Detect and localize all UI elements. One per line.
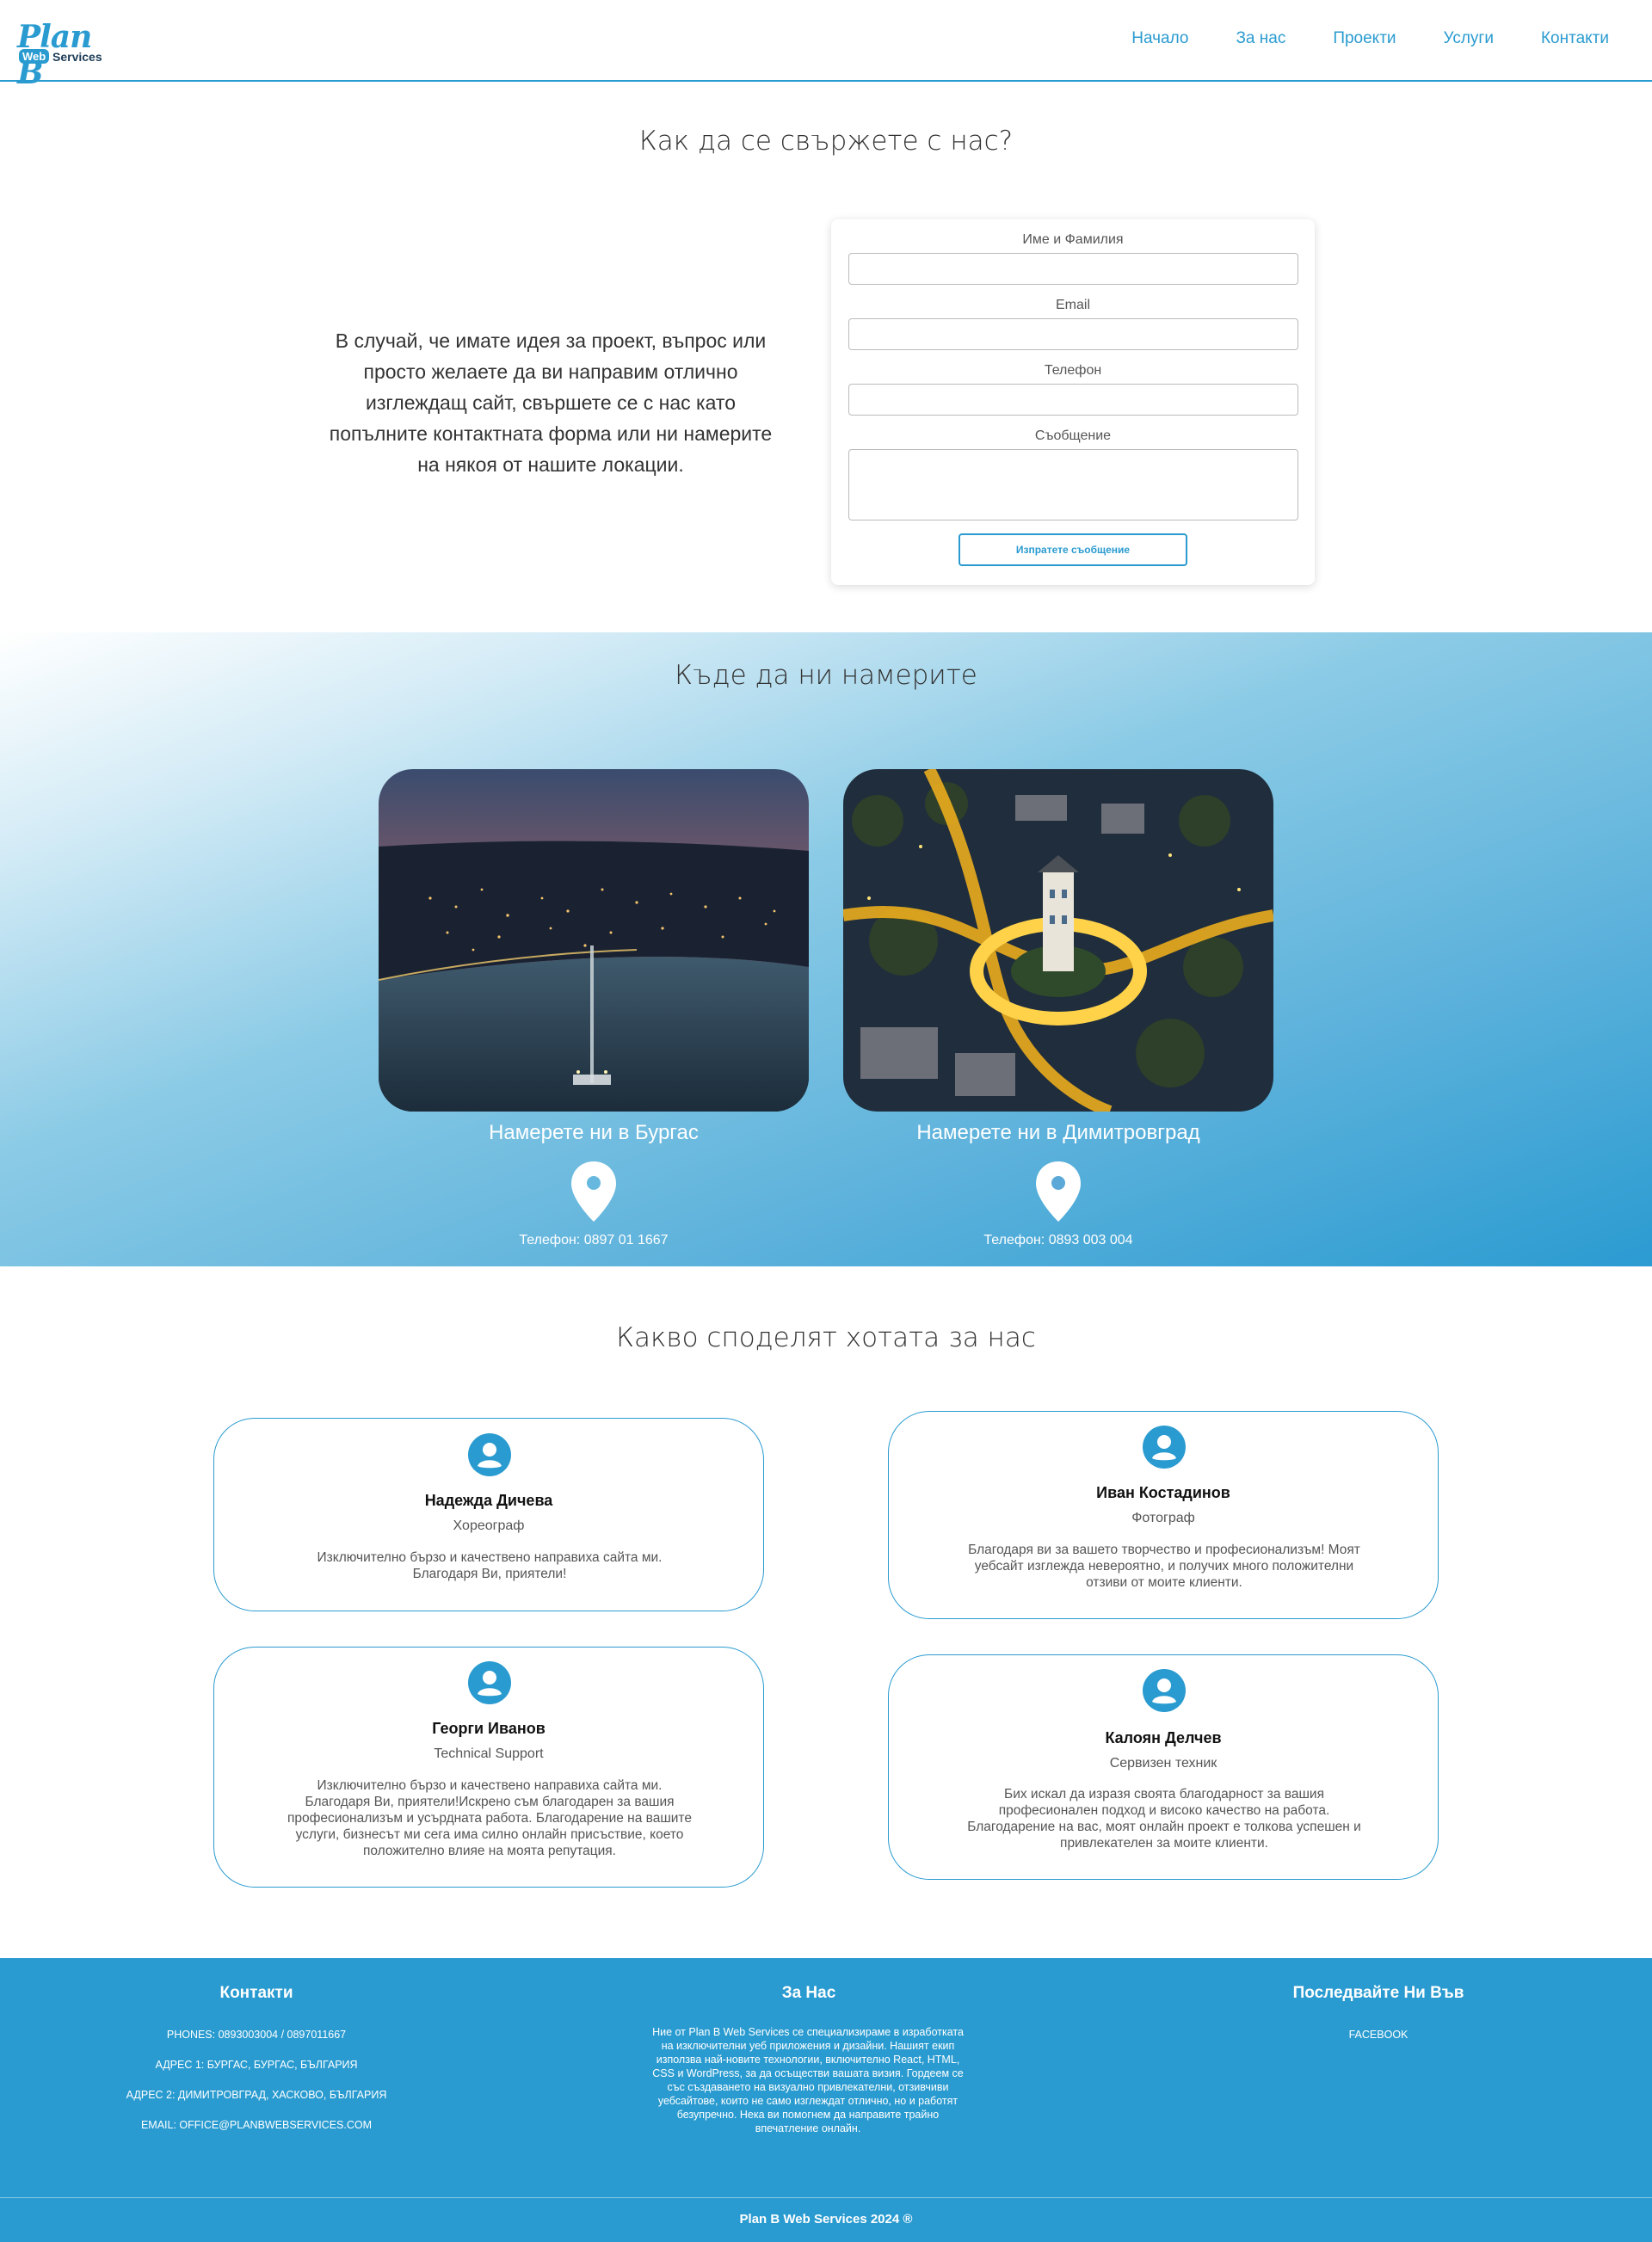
- contact-intro-text: В случай, че имате идея за проект, въпро…: [329, 330, 773, 476]
- contact-title: Как да се свържете с нас?: [638, 126, 1014, 157]
- testimonial-role: Technical Support: [434, 1746, 544, 1761]
- testimonial-quote: Бих искал да изразя своята благодарност …: [967, 1787, 1361, 1851]
- testimonial-quote: Изключително бързо и качествено направих…: [287, 1778, 692, 1858]
- user-avatar-icon: [468, 1661, 511, 1704]
- logo-web-badge: Web: [19, 49, 50, 64]
- locations-section: Къде да ни намерите Намерете ни в Бургас…: [0, 632, 1652, 1266]
- burgas-phone[interactable]: Телефон: 0897 01 1667: [379, 1233, 809, 1248]
- footer-follow-title: Последвайте Ни Във: [1292, 1984, 1464, 2002]
- nav-services[interactable]: Услуги: [1444, 29, 1494, 48]
- main-nav: Начало За нас Проекти Услуги Контакти: [1131, 29, 1609, 48]
- footer-about-text: Ние от Plan B Web Services се специализи…: [652, 2026, 964, 2134]
- logo[interactable]: Plan B Web Services: [17, 19, 112, 91]
- burgas-caption[interactable]: Намерете ни в Бургас: [379, 1121, 809, 1145]
- nav-home[interactable]: Начало: [1131, 29, 1188, 48]
- testimonial-card: Иван Костадинов Фотограф Благодаря ви за…: [888, 1411, 1439, 1619]
- nav-about[interactable]: За нас: [1236, 29, 1285, 48]
- testimonial-name: Надежда Дичева: [424, 1492, 553, 1509]
- testimonials-title: Какво споделят хотата за нас: [616, 1322, 1036, 1353]
- location-pin-icon[interactable]: [1036, 1161, 1081, 1222]
- dimitrovgrad-caption[interactable]: Намерете ни в Димитровград: [843, 1121, 1273, 1145]
- location-pin-icon[interactable]: [571, 1161, 616, 1222]
- nav-projects[interactable]: Проекти: [1333, 29, 1396, 48]
- name-label: Име и Фамилия: [1022, 232, 1124, 247]
- footer-about-title: За Нас: [781, 1984, 836, 2002]
- email-input[interactable]: [848, 318, 1298, 350]
- user-avatar-icon: [1143, 1426, 1186, 1469]
- site-header: Plan B Web Services Начало За нас Проект…: [0, 0, 1652, 91]
- user-avatar-icon: [1143, 1669, 1186, 1712]
- email-label: Email: [1055, 298, 1090, 312]
- footer-copyright: Plan B Web Services 2024 ®: [739, 2212, 913, 2227]
- contact-form: Име и Фамилия Email Телефон Съобщение Из…: [831, 219, 1315, 585]
- testimonial-card: Надежда Дичева Хореограф Изключително бъ…: [213, 1418, 764, 1611]
- phone-label: Телефон: [1044, 363, 1102, 378]
- message-label: Съобщение: [1034, 428, 1112, 443]
- message-textarea[interactable]: [848, 449, 1298, 520]
- site-footer: Контакти PHONES: 0893003004 / 0897011667…: [0, 1958, 1652, 2242]
- dimitrovgrad-phone[interactable]: Телефон: 0893 003 004: [843, 1233, 1273, 1248]
- footer-phones[interactable]: PHONES: 0893003004 / 0897011667: [84, 2029, 428, 2041]
- testimonial-name: Георги Иванов: [432, 1720, 546, 1737]
- footer-contacts-title: Контакти: [219, 1984, 293, 2002]
- footer-email[interactable]: EMAIL: OFFICE@PLANBWEBSERVICES.COM: [84, 2119, 428, 2131]
- footer-address-2: АДРЕС 2: ДИМИТРОВГРАД, ХАСКОВО, БЪЛГАРИЯ: [126, 2089, 387, 2101]
- phone-input[interactable]: [848, 384, 1298, 416]
- submit-button[interactable]: Изпратете съобщение: [959, 533, 1187, 566]
- dimitrovgrad-photo: [843, 769, 1273, 1112]
- testimonial-card: Калоян Делчев Сервизен техник Бих искал …: [888, 1654, 1439, 1880]
- locations-title: Къде да ни намерите: [675, 660, 977, 691]
- testimonial-quote: Благодаря ви за вашето творчество и проф…: [968, 1543, 1360, 1590]
- footer-address-1: АДРЕС 1: БУРГАС, БУРГАС, БЪЛГАРИЯ: [155, 2059, 358, 2071]
- user-avatar-icon: [468, 1433, 511, 1476]
- burgas-photo: [379, 769, 809, 1112]
- testimonial-role: Сервизен техник: [1109, 1756, 1217, 1771]
- testimonial-card: Георги Иванов Technical Support Изключит…: [213, 1647, 764, 1888]
- logo-services-text: Services: [52, 50, 102, 64]
- footer-facebook-link[interactable]: FACEBOOK: [1249, 2029, 1507, 2041]
- name-input[interactable]: [848, 253, 1298, 285]
- testimonial-role: Фотограф: [1131, 1511, 1195, 1525]
- testimonial-quote: Изключително бързо и качествено направих…: [317, 1550, 663, 1581]
- testimonial-name: Калоян Делчев: [1105, 1729, 1222, 1746]
- testimonial-name: Иван Костадинов: [1096, 1484, 1230, 1501]
- footer-divider: [0, 2197, 1652, 2198]
- testimonial-role: Хореограф: [453, 1518, 525, 1533]
- nav-contacts[interactable]: Контакти: [1541, 29, 1609, 48]
